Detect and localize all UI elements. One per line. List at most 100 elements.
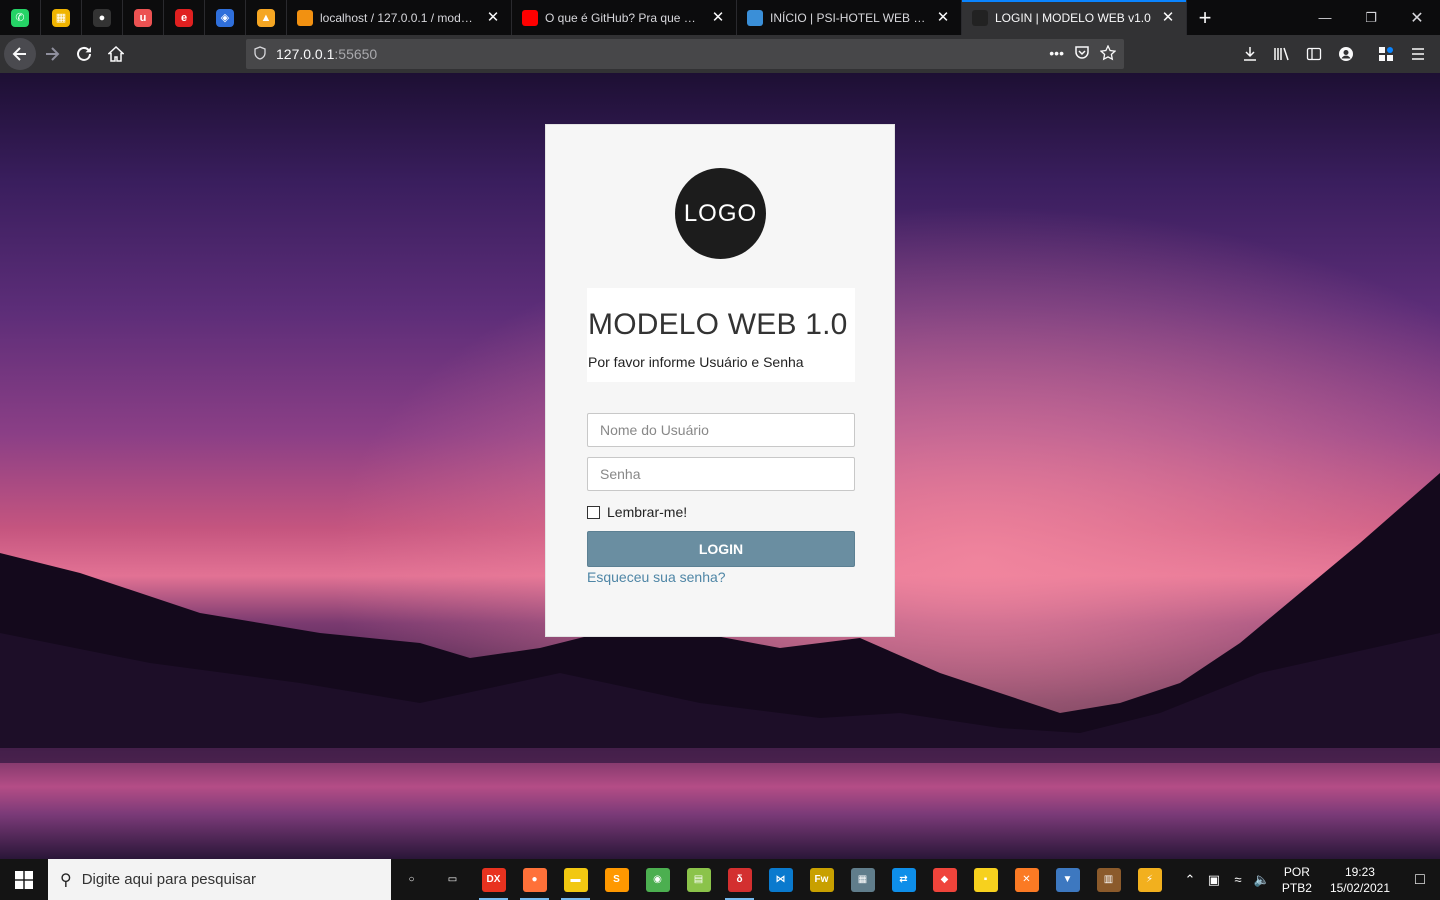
remember-me-checkbox[interactable] — [587, 505, 600, 519]
close-tab-icon[interactable]: ✕ — [935, 9, 951, 26]
forgot-password-link[interactable]: Esqueceu sua senha? — [587, 569, 726, 585]
youtube-icon — [522, 9, 538, 26]
pinned-tab[interactable]: ▲ — [246, 0, 287, 35]
clock-date: 15/02/2021 — [1329, 880, 1390, 895]
login-button[interactable]: LOGIN — [587, 531, 855, 567]
taskbar-app[interactable]: ○ — [391, 859, 432, 900]
remember-me-label: Lembrar-me! — [607, 504, 688, 520]
page-title: MODELO WEB 1.0 — [588, 308, 848, 341]
close-tab-icon[interactable]: ✕ — [485, 9, 501, 26]
remember-me[interactable]: Lembrar-me! — [587, 504, 687, 520]
taskbar-app[interactable]: ▥ — [1088, 859, 1129, 900]
password-input[interactable] — [587, 457, 855, 491]
hamburger-menu-icon — [1412, 48, 1424, 60]
windows-taskbar: ⚲ Digite aqui para pesquisar ○ ▭ DX ● ▬ S ◉ ▤ δ ⋈… — [0, 859, 1440, 900]
arrow-right-icon — [46, 47, 60, 61]
new-tab-button[interactable]: + — [1187, 0, 1223, 35]
pinned-tab[interactable]: ● — [82, 0, 123, 35]
sublime-icon: S — [604, 867, 629, 892]
pinned-tab[interactable]: e — [164, 0, 205, 35]
browser-tab[interactable]: LOGIN | MODELO WEB v1.0 ✕ — [962, 0, 1187, 35]
reload-icon — [77, 46, 91, 61]
close-tab-icon[interactable]: ✕ — [710, 9, 726, 26]
notepad-icon: ▤ — [686, 867, 711, 892]
task-view-icon: ▭ — [440, 867, 465, 892]
bookmark-star-icon[interactable] — [1099, 43, 1117, 64]
home-button[interactable] — [100, 38, 132, 70]
tracking-shield-icon[interactable] — [254, 45, 268, 63]
system-tray: ⌃ ▣ ≈ 🔈 POR PTB2 19:23 15/02/2021 □ — [1178, 864, 1440, 896]
url-text: 127.0.0.1:55650 — [276, 46, 377, 62]
chrome-icon: ◉ — [645, 867, 670, 892]
taskbar-search-placeholder: Digite aqui para pesquisar — [81, 871, 256, 888]
library-button[interactable] — [1266, 38, 1298, 70]
pinned-tab[interactable]: u — [123, 0, 164, 35]
pinned-tab[interactable]: ▦ — [41, 0, 82, 35]
taskbar-app[interactable]: ▤ — [678, 859, 719, 900]
devexpress-icon: DX — [481, 867, 506, 892]
browser-navbar: 127.0.0.1:55650 ••• — [0, 35, 1440, 898]
extensions-button[interactable] — [1370, 38, 1402, 70]
taskbar-search[interactable]: ⚲ Digite aqui para pesquisar — [48, 859, 391, 900]
delphi-icon: δ — [727, 867, 752, 892]
downloads-button[interactable] — [1234, 38, 1266, 70]
browser-tab[interactable]: localhost / 127.0.0.1 / modelo_ ✕ — [287, 0, 512, 35]
tab-title: INÍCIO | PSI-HOTEL WEB v10.3 — [770, 10, 927, 25]
taskbar-app[interactable]: Fw — [801, 859, 842, 900]
pinned-tab[interactable]: ◈ — [205, 0, 246, 35]
taskbar-app[interactable]: ▬ — [555, 859, 596, 900]
taskbar-app[interactable]: ▭ — [432, 859, 473, 900]
account-button[interactable] — [1330, 38, 1362, 70]
forward-button[interactable] — [36, 38, 68, 70]
logo-icon — [972, 9, 988, 26]
download-app-icon: ▼ — [1055, 867, 1080, 892]
chevron-up-icon[interactable]: ⌃ — [1178, 872, 1202, 888]
taskbar-app[interactable]: ⋈ — [760, 859, 801, 900]
browser-tab[interactable]: INÍCIO | PSI-HOTEL WEB v10.3 ✕ — [737, 0, 962, 35]
taskbar-app[interactable]: ⚡ — [1129, 859, 1170, 900]
meet-now-icon[interactable]: ▣ — [1202, 872, 1226, 888]
login-card: LOGO MODELO WEB 1.0 Por favor informe Us… — [545, 124, 895, 637]
page-actions-icon[interactable]: ••• — [1049, 45, 1064, 64]
file-explorer-icon: ▬ — [563, 867, 588, 892]
sidebar-button[interactable] — [1298, 38, 1330, 70]
taskbar-app[interactable]: DX — [473, 859, 514, 900]
pocket-icon[interactable] — [1074, 45, 1090, 64]
taskbar-app[interactable]: ◆ — [924, 859, 965, 900]
volume-icon[interactable]: 🔈 — [1250, 872, 1274, 888]
taskbar-app[interactable]: ✕ — [1006, 859, 1047, 900]
cortana-icon: ○ — [399, 867, 424, 892]
taskbar-app[interactable]: ▼ — [1047, 859, 1088, 900]
notifications-icon[interactable]: □ — [1400, 871, 1440, 889]
teamviewer-icon: ⇄ — [891, 867, 916, 892]
input-language[interactable]: POR PTB2 — [1282, 864, 1312, 896]
taskbar-app[interactable]: ▦ — [842, 859, 883, 900]
restore-button[interactable]: ❐ — [1348, 0, 1394, 35]
close-window-button[interactable]: ✕ — [1394, 0, 1440, 35]
taskbar-app[interactable]: δ — [719, 859, 760, 900]
username-input[interactable] — [587, 413, 855, 447]
wifi-icon[interactable]: ≈ — [1226, 872, 1250, 887]
tab-title: LOGIN | MODELO WEB v1.0 — [995, 10, 1151, 25]
minimize-button[interactable]: — — [1302, 0, 1348, 35]
menu-button[interactable] — [1402, 38, 1434, 70]
library-icon — [1274, 47, 1289, 61]
tab-title: O que é GitHub? Pra que ele se — [545, 10, 702, 25]
taskbar-app[interactable]: ⇄ — [883, 859, 924, 900]
clock[interactable]: 19:23 15/02/2021 — [1330, 864, 1390, 896]
taskbar-app[interactable]: ● — [514, 859, 555, 900]
pinned-tab[interactable]: ✆ — [0, 0, 41, 35]
start-button[interactable] — [0, 859, 48, 900]
url-bar[interactable]: 127.0.0.1:55650 ••• — [246, 39, 1124, 898]
anydesk-icon: ◆ — [932, 867, 957, 892]
taskbar-app[interactable]: S — [596, 859, 637, 900]
taskbar-app[interactable]: ◉ — [637, 859, 678, 900]
close-tab-icon[interactable]: ✕ — [1160, 9, 1176, 26]
browser-tab-strip: ✆ ▦ ● u e ◈ ▲ localhost / 127.0.0.1 / modelo_ ✕… — [0, 0, 1440, 35]
browser-tab[interactable]: O que é GitHub? Pra que ele se ✕ — [512, 0, 737, 35]
back-button[interactable] — [4, 38, 36, 70]
reload-button[interactable] — [68, 38, 100, 70]
taskbar-app[interactable]: ▪ — [965, 859, 1006, 900]
language-code: POR — [1283, 864, 1310, 879]
url-host: 127.0.0.1 — [276, 46, 335, 62]
